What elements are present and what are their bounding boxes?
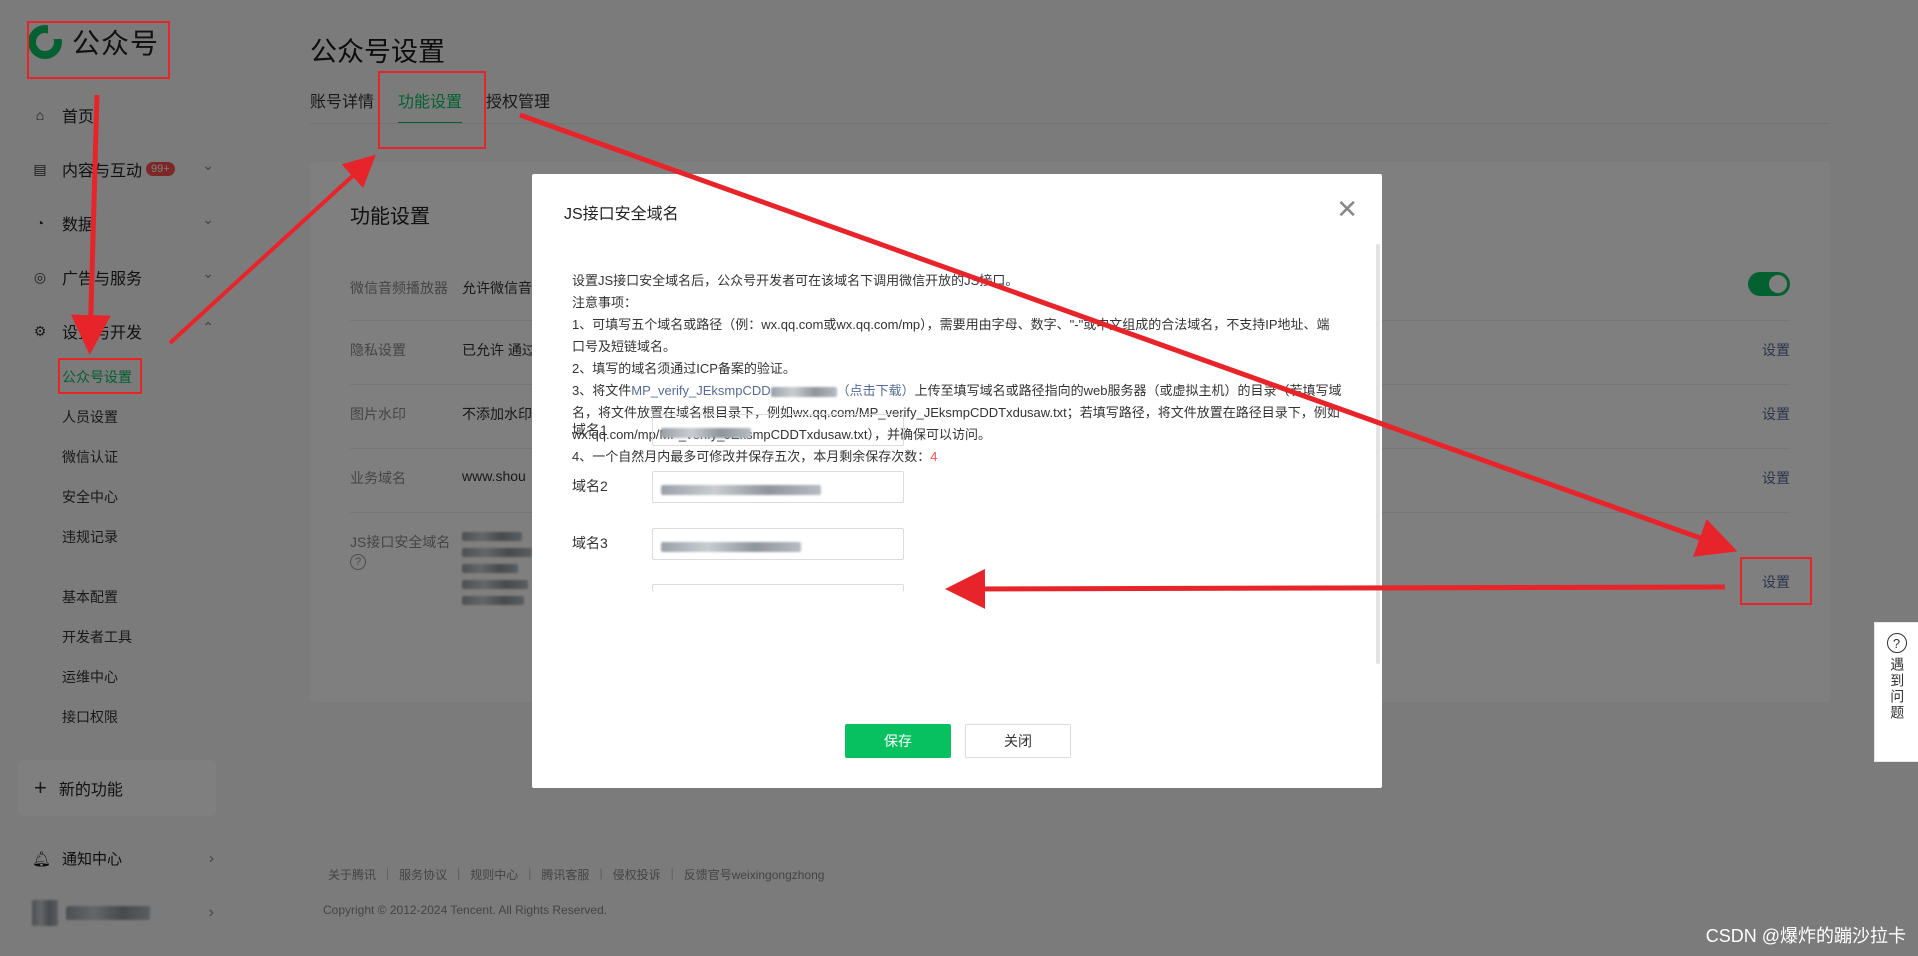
- arrow-to-dialog: [945, 568, 1726, 609]
- arrow-down: [70, 94, 111, 355]
- annotation-arrows: [70, 94, 1738, 609]
- arrow-to-settings: [519, 112, 1738, 557]
- watermark: CSDN @爆炸的蹦沙拉卡: [1705, 926, 1906, 946]
- arrow-to-tab: [168, 154, 376, 345]
